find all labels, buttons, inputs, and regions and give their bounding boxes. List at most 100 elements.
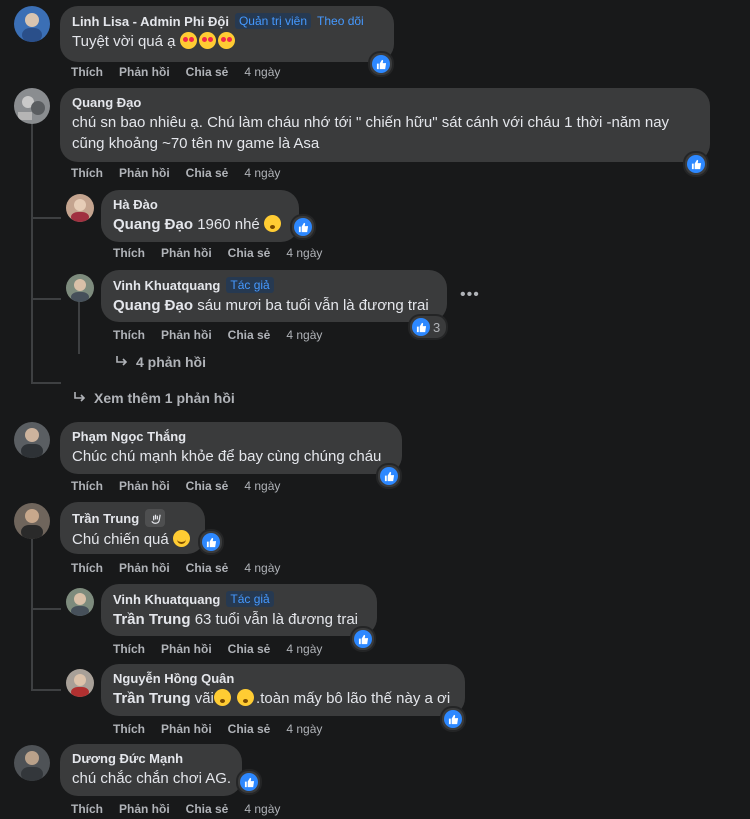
avatar[interactable] — [66, 194, 94, 222]
share-button[interactable]: Chia sẻ — [186, 166, 229, 180]
timestamp[interactable]: 4 ngày — [244, 65, 280, 79]
comment-bubble: Linh Lisa - Admin Phi Đội Quản trị viên … — [60, 6, 394, 62]
share-button[interactable]: Chia sẻ — [186, 479, 229, 493]
like-button[interactable]: Thích — [71, 65, 103, 79]
heart-eyes-emoji — [217, 32, 235, 49]
thread-line — [78, 302, 80, 354]
timestamp[interactable]: 4 ngày — [244, 479, 280, 493]
like-button[interactable]: Thích — [71, 479, 103, 493]
reply-actions: Thích Phản hồi Chia sẻ 4 ngày — [113, 246, 322, 260]
commenter-name[interactable]: Phạm Ngọc Thắng — [72, 429, 186, 444]
like-icon — [444, 710, 462, 728]
comment-text: Chú chiến quá — [72, 529, 193, 550]
more-options-icon[interactable]: ••• — [460, 286, 480, 304]
view-replies-link[interactable]: 4 phản hồi — [114, 354, 206, 370]
reply-button[interactable]: Phản hồi — [119, 479, 170, 493]
like-button[interactable]: Thích — [113, 642, 145, 656]
timestamp[interactable]: 4 ngày — [286, 328, 322, 342]
author-badge: Tác giả — [226, 591, 274, 607]
follow-link[interactable]: Theo dõi — [317, 14, 364, 28]
share-button[interactable]: Chia sẻ — [228, 722, 271, 736]
commenter-name[interactable]: Nguyễn Hồng Quân — [113, 671, 234, 686]
reply-button[interactable]: Phản hồi — [119, 802, 170, 816]
reaction-summary[interactable] — [292, 216, 314, 238]
like-button[interactable]: Thích — [113, 246, 145, 260]
flushed-emoji — [213, 689, 231, 706]
share-button[interactable]: Chia sẻ — [186, 65, 229, 79]
commenter-name[interactable]: Linh Lisa - Admin Phi Đội — [72, 14, 229, 29]
reaction-summary[interactable] — [238, 771, 260, 793]
reply-button[interactable]: Phản hồi — [119, 166, 170, 180]
reaction-summary[interactable] — [685, 153, 707, 175]
smile-emoji — [172, 530, 190, 547]
view-more-replies-link[interactable]: Xem thêm 1 phản hồi — [72, 390, 235, 406]
mention-tag[interactable]: Trần Trung — [113, 611, 191, 628]
reaction-summary[interactable] — [370, 53, 392, 75]
avatar[interactable] — [14, 6, 50, 42]
reaction-summary[interactable]: 3 — [410, 316, 447, 338]
timestamp[interactable]: 4 ngày — [286, 642, 322, 656]
like-button[interactable]: Thích — [71, 166, 103, 180]
avatar[interactable] — [66, 588, 94, 616]
thread-line — [31, 536, 33, 691]
thread-line — [31, 608, 61, 610]
reaction-summary[interactable] — [352, 628, 374, 650]
thread-line — [31, 217, 61, 219]
reply-bubble: Nguyễn Hồng Quân Trần Trung vãi .toàn mấ… — [101, 664, 465, 716]
mention-tag[interactable]: Quang Đạo — [113, 216, 193, 233]
comment-text: Chúc chú mạnh khỏe để bay cùng chúng chá… — [72, 448, 382, 465]
like-button[interactable]: Thích — [113, 722, 145, 736]
commenter-name[interactable]: Vinh Khuatquang — [113, 592, 220, 607]
timestamp[interactable]: 4 ngày — [244, 802, 280, 816]
share-button[interactable]: Chia sẻ — [186, 561, 229, 575]
mention-tag[interactable]: Trần Trung — [113, 690, 191, 707]
heart-eyes-emoji — [179, 32, 197, 49]
commenter-name[interactable]: Trần Trung — [72, 511, 139, 526]
like-icon — [687, 155, 705, 173]
avatar[interactable] — [14, 422, 50, 458]
reply-button[interactable]: Phản hồi — [119, 65, 170, 79]
avatar[interactable] — [14, 88, 50, 124]
reply-button[interactable]: Phản hồi — [161, 722, 212, 736]
comment-actions: Thích Phản hồi Chia sẻ 4 ngày — [71, 65, 280, 79]
avatar[interactable] — [66, 669, 94, 697]
comment-bubble: Phạm Ngọc Thắng Chúc chú mạnh khỏe để ba… — [60, 422, 402, 474]
like-button[interactable]: Thích — [71, 561, 103, 575]
share-button[interactable]: Chia sẻ — [228, 246, 271, 260]
like-button[interactable]: Thích — [113, 328, 145, 342]
reaction-summary[interactable] — [200, 531, 222, 553]
reply-button[interactable]: Phản hồi — [161, 642, 212, 656]
avatar[interactable] — [66, 274, 94, 302]
timestamp[interactable]: 4 ngày — [244, 561, 280, 575]
reply-button[interactable]: Phản hồi — [161, 328, 212, 342]
reply-button[interactable]: Phản hồi — [119, 561, 170, 575]
reaction-summary[interactable] — [442, 708, 464, 730]
share-button[interactable]: Chia sẻ — [228, 328, 271, 342]
reaction-summary[interactable] — [378, 465, 400, 487]
like-icon — [354, 630, 372, 648]
reply-bubble: Hà Đào Quang Đạo 1960 nhé — [101, 190, 299, 242]
heart-eyes-emoji — [198, 32, 216, 49]
share-button[interactable]: Chia sẻ — [228, 642, 271, 656]
share-button[interactable]: Chia sẻ — [186, 802, 229, 816]
reply-actions: Thích Phản hồi Chia sẻ 4 ngày — [113, 642, 322, 656]
timestamp[interactable]: 4 ngày — [286, 246, 322, 260]
comment-text: Tuyệt vời quá ạ — [72, 31, 382, 52]
commenter-name[interactable]: Hà Đào — [113, 197, 158, 212]
reply-button[interactable]: Phản hồi — [161, 246, 212, 260]
commenter-name[interactable]: Vinh Khuatquang — [113, 278, 220, 293]
thread-line — [31, 382, 61, 384]
like-icon — [202, 533, 220, 551]
timestamp[interactable]: 4 ngày — [286, 722, 322, 736]
mention-tag[interactable]: Quang Đạo — [113, 297, 193, 314]
timestamp[interactable]: 4 ngày — [244, 166, 280, 180]
like-icon — [240, 773, 258, 791]
commenter-name[interactable]: Quang Đạo — [72, 95, 141, 110]
like-button[interactable]: Thích — [71, 802, 103, 816]
reply-actions: Thích Phản hồi Chia sẻ 4 ngày — [113, 722, 322, 736]
avatar[interactable] — [14, 503, 50, 539]
reply-bubble: Vinh Khuatquang Tác giả Trần Trung 63 tu… — [101, 584, 377, 636]
like-icon — [294, 218, 312, 236]
commenter-name[interactable]: Dương Đức Mạnh — [72, 751, 183, 766]
avatar[interactable] — [14, 745, 50, 781]
